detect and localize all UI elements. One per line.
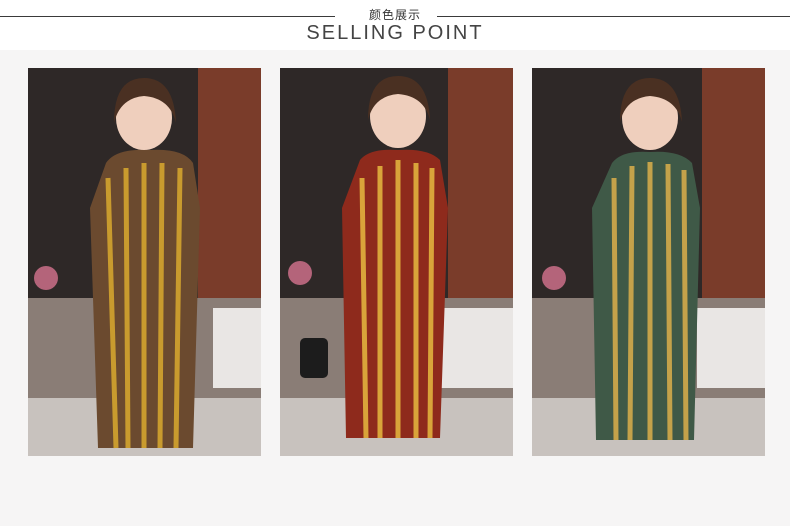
product-photo-2[interactable] <box>280 68 513 456</box>
color-gallery <box>0 0 790 526</box>
flower-vase-2 <box>288 261 312 285</box>
flower-vase-3 <box>542 266 566 290</box>
handbag <box>300 338 328 378</box>
product-photo-1[interactable] <box>28 68 261 456</box>
flower-vase-1 <box>34 266 58 290</box>
product-photo-3[interactable] <box>532 68 765 456</box>
